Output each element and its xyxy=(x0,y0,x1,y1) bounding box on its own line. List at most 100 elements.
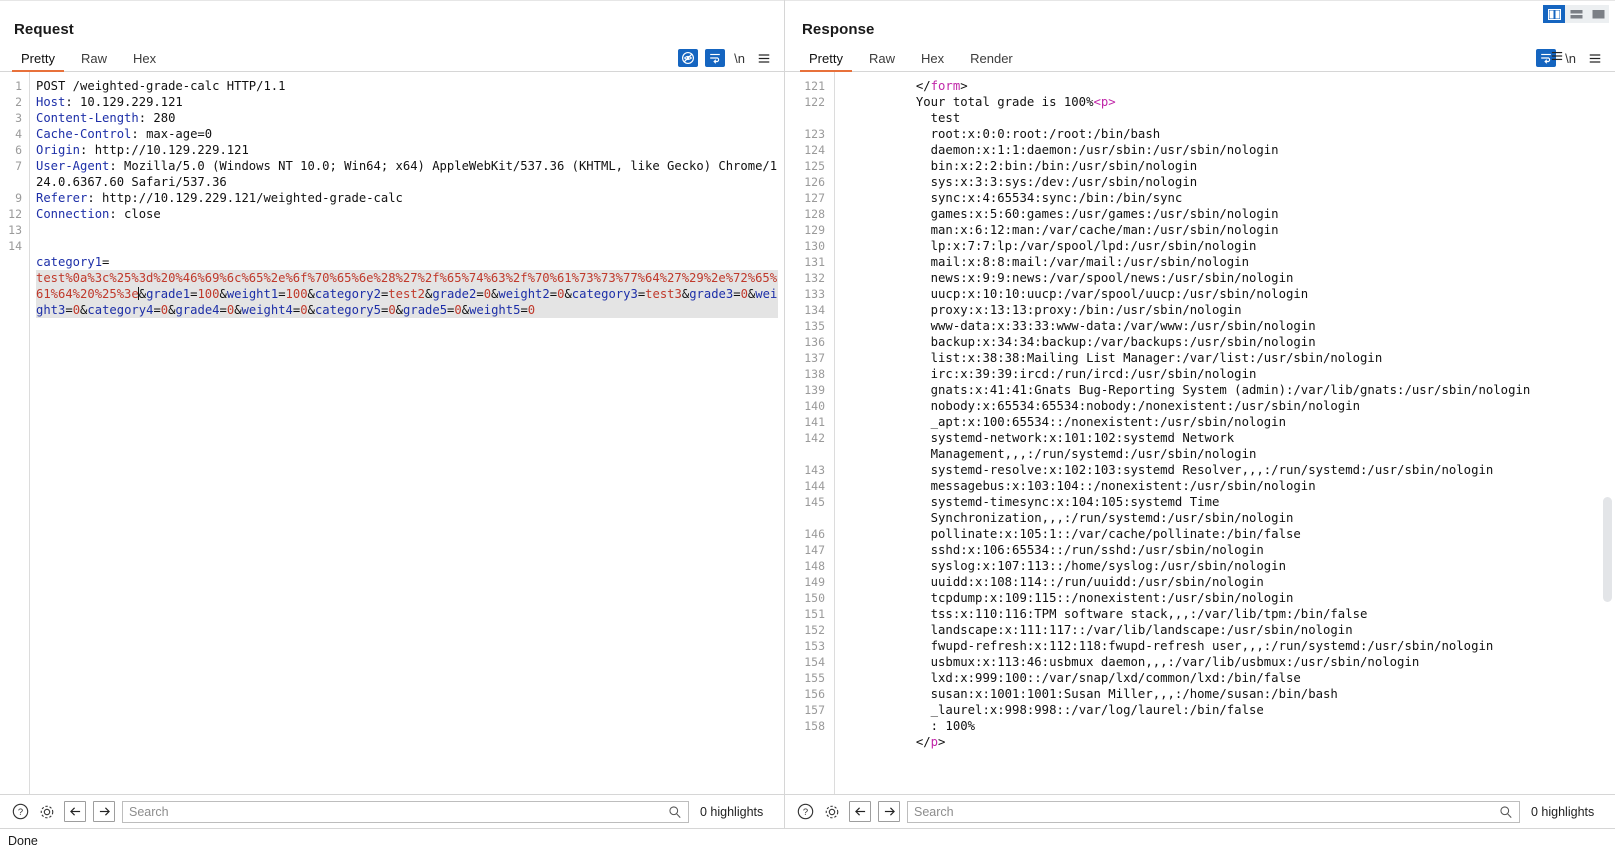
response-line: Management,,,:/run/systemd:/usr/sbin/nol… xyxy=(930,447,1257,461)
request-search-field[interactable] xyxy=(122,800,689,823)
response-editor[interactable]: 121 122 123 124 125 126 127 128 129 130 131 132 133… xyxy=(785,72,1615,794)
layout-toggle-single-pane[interactable] xyxy=(1587,5,1609,23)
word-wrap-glyph xyxy=(710,53,720,64)
layout-toggle-group xyxy=(1543,5,1609,23)
burp-repeater-window: Request Pretty Raw Hex \n 1 2 3 4 6 7 9 … xyxy=(0,0,1615,853)
line-number: 156 xyxy=(804,687,825,701)
search-next-button[interactable] xyxy=(93,801,115,822)
response-line: mail:x:8:8:mail:/var/mail:/usr/sbin/nolo… xyxy=(930,255,1249,269)
help-icon[interactable]: ? xyxy=(795,802,815,822)
response-search-input[interactable] xyxy=(914,804,1499,819)
request-editor[interactable]: 123467 9 12 13 14 POST /weighted-grade-calc… xyxy=(0,72,784,794)
gear-glyph xyxy=(40,805,54,818)
tab-response-raw[interactable]: Raw xyxy=(856,52,908,71)
request-line: User-Agent: Mozilla/5.0 (Windows NT 10.0… xyxy=(36,159,778,189)
tab-request-pretty[interactable]: Pretty xyxy=(8,52,68,72)
response-line: test xyxy=(930,111,961,125)
hide-icon[interactable] xyxy=(678,49,699,67)
tab-response-hex[interactable]: Hex xyxy=(908,52,957,71)
line-number: 138 xyxy=(804,367,825,381)
request-line: Origin: http://10.129.229.121 xyxy=(36,143,249,157)
response-line: _apt:x:100:65534::/nonexistent:/usr/sbin… xyxy=(930,415,1286,429)
vertical-split-icon xyxy=(1547,8,1561,20)
line-number: 128 xyxy=(804,207,825,221)
line-number: 4 xyxy=(15,127,22,141)
response-line: sync:x:4:65534:sync:/bin:/bin/sync xyxy=(930,191,1183,205)
response-line: systemd-resolve:x:102:103:systemd Resolv… xyxy=(930,463,1494,477)
request-body-text[interactable]: POST /weighted-grade-calc HTTP/1.1 Host: … xyxy=(30,72,784,794)
line-number: 124 xyxy=(804,143,825,157)
request-tab-row: Pretty Raw Hex \n xyxy=(0,45,784,72)
layout-toggle-vertical-split[interactable] xyxy=(1543,5,1565,23)
response-title: Response xyxy=(802,21,875,38)
status-bar: Done xyxy=(0,828,1615,853)
arrow-left-icon xyxy=(854,807,865,816)
gear-icon[interactable] xyxy=(37,802,57,822)
hamburger-glyph xyxy=(1551,51,1563,61)
response-search-field[interactable] xyxy=(907,800,1520,823)
response-line: daemon:x:1:1:daemon:/usr/sbin:/usr/sbin/… xyxy=(930,143,1279,157)
request-title: Request xyxy=(14,21,74,38)
line-number: 143 xyxy=(804,463,825,477)
response-line: tss:x:110:116:TPM software stack,,,:/var… xyxy=(930,607,1368,621)
request-pane: Request Pretty Raw Hex \n 1 2 3 4 6 7 9 … xyxy=(0,0,785,828)
line-number: 129 xyxy=(804,223,825,237)
newline-toggle[interactable]: \n xyxy=(732,51,747,66)
response-line: backup:x:34:34:backup:/var/backups:/usr/… xyxy=(930,335,1316,349)
line-number: 7 xyxy=(15,159,22,173)
gear-icon[interactable] xyxy=(822,802,842,822)
response-line: gnats:x:41:41:Gnats Bug-Reporting System… xyxy=(930,383,1531,397)
tab-request-raw[interactable]: Raw xyxy=(68,52,120,71)
response-line: systemd-network:x:101:102:systemd Networ… xyxy=(930,431,1235,445)
response-line: Synchronization,,,:/run/systemd:/usr/sbi… xyxy=(930,511,1294,525)
help-icon[interactable]: ? xyxy=(10,802,30,822)
line-number: 131 xyxy=(804,255,825,269)
response-line: pollinate:x:105:1::/var/cache/pollinate:… xyxy=(930,527,1301,541)
layout-toggle-horizontal-split[interactable] xyxy=(1565,5,1587,23)
search-icon xyxy=(669,805,681,818)
response-line: susan:x:1001:1001:Susan Miller,,,:/home/… xyxy=(930,687,1338,701)
response-body-text[interactable]: </form> Your total grade is 100%<p> test… xyxy=(835,72,1615,794)
request-tool-group: \n xyxy=(678,49,784,71)
line-number: 135 xyxy=(804,319,825,333)
response-menu-icon[interactable] xyxy=(1585,49,1605,67)
request-line xyxy=(36,222,778,238)
arrow-right-icon xyxy=(99,807,110,816)
response-line: lp:x:7:7:lp:/var/spool/lpd:/usr/sbin/nol… xyxy=(930,239,1257,253)
line-number: 121 xyxy=(804,79,825,93)
response-line: messagebus:x:103:104::/nonexistent:/usr/… xyxy=(930,479,1316,493)
line-number: 144 xyxy=(804,479,825,493)
request-rail-menu-icon[interactable] xyxy=(1548,48,1566,64)
question-circle-glyph: ? xyxy=(12,803,28,820)
line-number xyxy=(790,734,825,750)
horizontal-split-icon xyxy=(1570,9,1582,18)
request-search-bar: ? Search 0 highlights xyxy=(0,794,784,828)
search-next-button[interactable] xyxy=(878,801,900,822)
status-text: Done xyxy=(8,834,38,848)
request-body-payload[interactable]: test%0a%3c%25%3d%20%46%69%6c%65%2e%6f%70… xyxy=(36,270,778,318)
tab-response-pretty[interactable]: Pretty xyxy=(796,52,856,72)
request-response-split: Request Pretty Raw Hex \n 1 2 3 4 6 7 9 … xyxy=(0,0,1615,828)
line-number: 150 xyxy=(804,591,825,605)
request-search-input[interactable] xyxy=(129,804,668,819)
line-number: 139 xyxy=(804,383,825,397)
tab-request-hex[interactable]: Hex xyxy=(120,52,169,71)
response-line: uuidd:x:108:114::/run/uuidd:/usr/sbin/no… xyxy=(930,575,1264,589)
line-number xyxy=(5,254,22,270)
line-number xyxy=(790,110,825,126)
search-previous-button[interactable] xyxy=(849,801,871,822)
line-number: 149 xyxy=(804,575,825,589)
response-scrollbar-thumb[interactable] xyxy=(1603,497,1612,602)
hamburger-glyph xyxy=(1589,53,1601,63)
response-line: man:x:6:12:man:/var/cache/man:/usr/sbin/… xyxy=(930,223,1279,237)
search-previous-button[interactable] xyxy=(64,801,86,822)
request-line: POST /weighted-grade-calc HTTP/1.1 xyxy=(36,79,286,93)
request-menu-icon[interactable] xyxy=(754,49,774,67)
line-number: 2 xyxy=(15,95,22,109)
line-number: 125 xyxy=(804,159,825,173)
line-number: 158 xyxy=(804,719,825,733)
line-number xyxy=(790,510,825,526)
tab-response-render[interactable]: Render xyxy=(957,52,1026,71)
word-wrap-icon[interactable] xyxy=(705,49,726,67)
line-number: 1 xyxy=(15,79,22,93)
